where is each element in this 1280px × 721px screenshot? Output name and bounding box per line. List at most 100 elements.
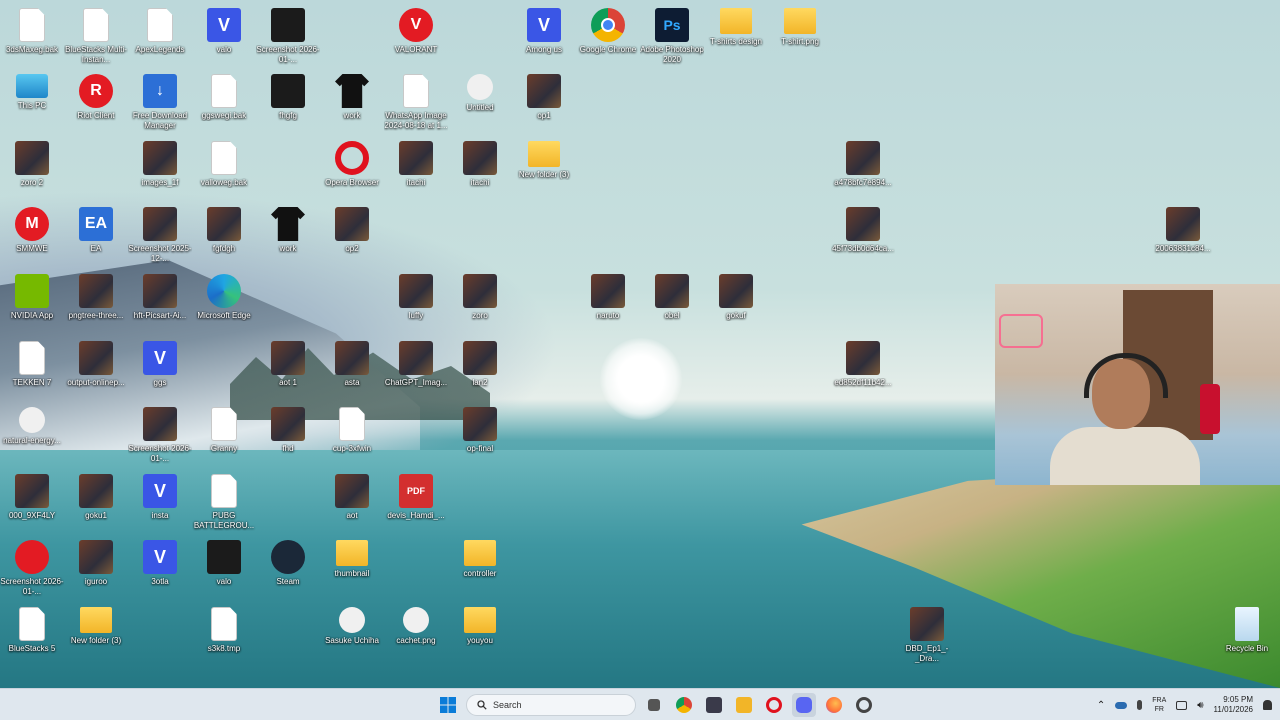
desktop-icon[interactable]: youyou [448, 603, 512, 669]
firefox-taskbar-button[interactable] [822, 693, 846, 717]
desktop-icon[interactable]: aot [320, 470, 384, 536]
desktop-icon[interactable]: EA EA [64, 203, 128, 269]
desktop-icon[interactable]: itachi [448, 137, 512, 203]
desktop-icon[interactable]: PUBG BATTLEGROU... [192, 470, 256, 536]
desktop-icon[interactable]: luffy [384, 270, 448, 336]
desktop-icon[interactable]: ed852df11b42... [831, 337, 895, 403]
desktop-icon[interactable]: Google Chrome [576, 4, 640, 70]
language-indicator[interactable]: FRA FR [1152, 696, 1166, 714]
desktop-icon[interactable]: BlueStacks Multi-Instan... [64, 4, 128, 70]
desktop-icon[interactable]: Opera Browser [320, 137, 384, 203]
desktop-icon[interactable]: op1 [512, 70, 576, 136]
chevron-up-icon[interactable]: ⌃ [1097, 700, 1105, 711]
desktop-icon[interactable]: obel [640, 270, 704, 336]
desktop-icon[interactable]: images_1f [128, 137, 192, 203]
desktop-icon[interactable]: New folder (3) [512, 137, 576, 203]
desktop-icon[interactable]: goku1 [64, 470, 128, 536]
settings-taskbar-button[interactable] [852, 693, 876, 717]
desktop-icon[interactable]: Vvalo [192, 4, 256, 70]
microphone-tray-icon[interactable] [1137, 700, 1143, 710]
desktop-icon[interactable]: itachi [384, 137, 448, 203]
clock[interactable]: 9:05 PM 11/01/2026 [1214, 695, 1253, 715]
desktop-icon[interactable]: R Riot Client [64, 70, 128, 136]
desktop-icon[interactable]: V VALORANT [384, 4, 448, 70]
desktop-icon[interactable]: 45f73db0d64ca... [831, 203, 895, 269]
desktop-icon[interactable]: 20063831c84... [1151, 203, 1215, 269]
desktop-icon[interactable]: Screenshot 2026-01-... [0, 536, 64, 602]
desktop-icon[interactable]: Granny [192, 403, 256, 469]
desktop-icon[interactable]: natural-energy... [0, 403, 64, 469]
desktop-icon[interactable]: cup-3xfwin [320, 403, 384, 469]
desktop-icon[interactable]: s3k8.tmp [192, 603, 256, 669]
doc-icon [19, 341, 45, 375]
desktop-icon[interactable]: T-shirt.png [768, 4, 832, 70]
desktop-icon[interactable]: aot 1 [256, 337, 320, 403]
desktop-icon[interactable]: ApexLegends [128, 4, 192, 70]
chrome-taskbar-button[interactable] [672, 693, 696, 717]
desktop-icon[interactable]: thumbnail [320, 536, 384, 602]
desktop-icon[interactable]: valloweg.bak [192, 137, 256, 203]
desktop-icon[interactable]: work [256, 203, 320, 269]
desktop-icon[interactable]: New folder (3) [64, 603, 128, 669]
desktop-icon[interactable]: Vggs [128, 337, 192, 403]
desktop-icon[interactable]: work [320, 70, 384, 136]
desktop-icon[interactable]: Untitled [448, 70, 512, 136]
desktop-icon[interactable]: Sasuke Uchiha [320, 603, 384, 669]
desktop-icon[interactable]: asta [320, 337, 384, 403]
desktop-icon[interactable]: V Among us [512, 4, 576, 70]
desktop-icon[interactable]: naruto [576, 270, 640, 336]
desktop-icon[interactable]: Recycle Bin [1215, 603, 1279, 669]
desktop-icon[interactable]: zoro 2 [0, 137, 64, 203]
desktop-icon[interactable]: Steam [256, 536, 320, 602]
desktop-icon[interactable]: WhatsApp Image 2024-08-18 at 1... [384, 70, 448, 136]
desktop-icon[interactable]: pngtree-three... [64, 270, 128, 336]
file-explorer-taskbar-button[interactable] [732, 693, 756, 717]
desktop-icon[interactable]: hft-Picsart-Ai... [128, 270, 192, 336]
task-view-button[interactable] [642, 693, 666, 717]
desktop-icon[interactable]: fhd [256, 403, 320, 469]
desktop-icon[interactable]: iguroo [64, 536, 128, 602]
desktop-icon[interactable]: op2 [320, 203, 384, 269]
desktop-icon[interactable]: DBD_Ep1_-_Dra... [895, 603, 959, 669]
desktop-icon[interactable]: Screenshot 2025-12-... [128, 203, 192, 269]
desktop-icon[interactable]: V 3otla [128, 536, 192, 602]
desktop-icon[interactable]: M SMMWE [0, 203, 64, 269]
taskbar-search[interactable]: Search [466, 694, 636, 716]
desktop-icon[interactable]: Microsoft Edge [192, 270, 256, 336]
desktop-icon[interactable]: Ps Adobe Photoshop 2020 [640, 4, 704, 70]
desktop-icon[interactable]: Screenshot 2026-01-... [256, 4, 320, 70]
desktop-icon[interactable]: ChatGPT_Imag... [384, 337, 448, 403]
desktop-icon[interactable]: PDF devis_Hamdi_... [384, 470, 448, 536]
volume-icon[interactable]: 🔊︎ [1197, 700, 1203, 711]
desktop-icon[interactable]: NVIDIA App [0, 270, 64, 336]
desktop-icon[interactable]: controller [448, 536, 512, 602]
desktop-icon[interactable]: fhgfg [256, 70, 320, 136]
onedrive-icon[interactable] [1115, 701, 1128, 709]
desktop-icon[interactable]: ggswegi.bak [192, 70, 256, 136]
desktop-icon[interactable]: gokuf [704, 270, 768, 336]
desktop-icon[interactable]: BlueStacks 5 [0, 603, 64, 669]
desktop-icon[interactable]: op-final [448, 403, 512, 469]
snipping-taskbar-button[interactable] [702, 693, 726, 717]
desktop-icon[interactable]: a478bfc7e894... [831, 137, 895, 203]
discord-taskbar-button[interactable] [792, 693, 816, 717]
desktop-icon[interactable]: Vinsta [128, 470, 192, 536]
desktop-icon[interactable]: T-shirts design [704, 4, 768, 70]
desktop-icon[interactable]: Screenshot 2026-01-... [128, 403, 192, 469]
desktop-icon[interactable]: valo [192, 536, 256, 602]
desktop-icon[interactable]: cachet.png [384, 603, 448, 669]
network-icon[interactable] [1176, 700, 1188, 710]
desktop-icon[interactable]: ↓ Free Download Manager [128, 70, 192, 136]
notification-bell-icon[interactable] [1263, 700, 1272, 710]
opera-taskbar-button[interactable] [762, 693, 786, 717]
desktop-icon[interactable]: 3dsMaxeg.bak [0, 4, 64, 70]
start-button[interactable] [436, 693, 460, 717]
desktop-icon[interactable]: fgfdgh [192, 203, 256, 269]
desktop-icon[interactable]: TEKKEN 7 [0, 337, 64, 403]
desktop-icon[interactable]: 000_9XF4LY [0, 470, 64, 536]
desktop-icon[interactable]: zoro [448, 270, 512, 336]
desktop-icon[interactable]: output-onlinep... [64, 337, 128, 403]
desktop[interactable]: 3dsMaxeg.bak BlueStacks Multi-Instan... Ap… [0, 0, 1280, 688]
desktop-icon[interactable]: This PC [0, 70, 64, 136]
desktop-icon[interactable]: lan2 [448, 337, 512, 403]
